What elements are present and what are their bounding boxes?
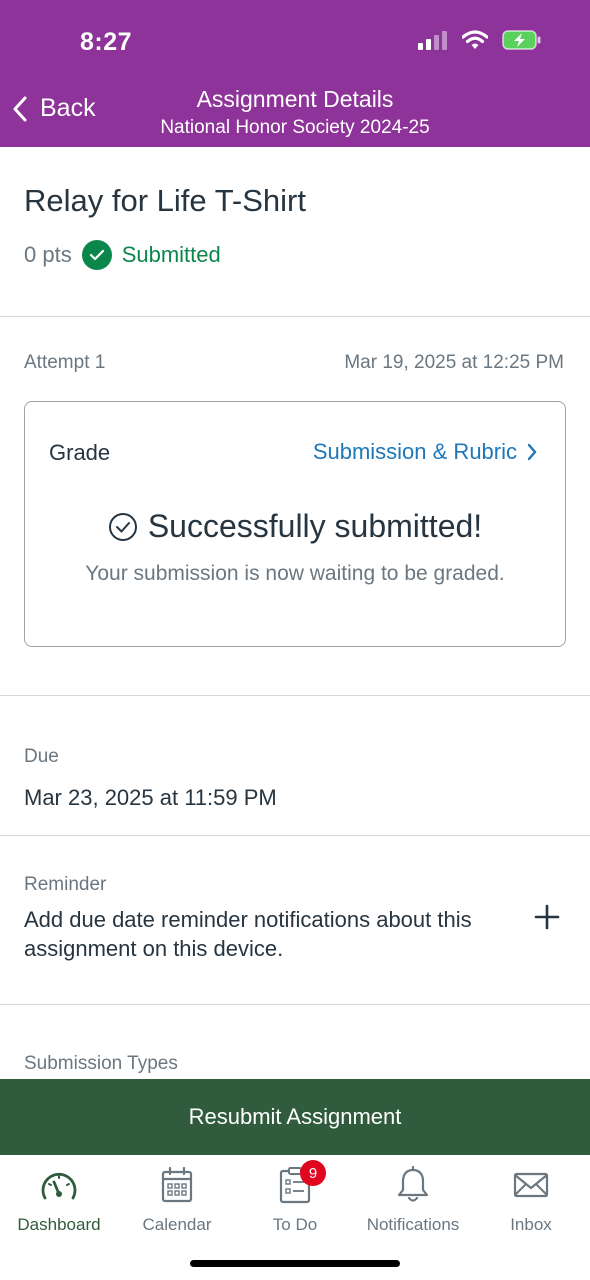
divider: [0, 695, 590, 696]
attempt-label: Attempt 1: [24, 352, 106, 373]
status-time: 8:27: [80, 28, 133, 56]
reminder-label: Reminder: [24, 874, 107, 895]
submission-types-label: Submission Types: [24, 1053, 178, 1074]
home-indicator[interactable]: [190, 1260, 400, 1267]
submission-rubric-link[interactable]: Submission & Rubric: [313, 439, 537, 465]
course-subtitle: National Honor Society 2024-25: [160, 117, 430, 138]
tab-notifications[interactable]: Notifications: [354, 1165, 472, 1235]
submission-rubric-label: Submission & Rubric: [312, 439, 517, 464]
success-heading: Successfully submitted!: [25, 508, 565, 545]
tab-dashboard[interactable]: Dashboard: [0, 1165, 118, 1235]
mail-icon: [513, 1172, 549, 1198]
divider: [0, 316, 590, 317]
status-badge: Submitted: [81, 240, 221, 270]
check-circle-outline-icon: [108, 512, 137, 541]
tab-calendar[interactable]: Calendar: [118, 1165, 236, 1235]
tab-label: Dashboard: [17, 1215, 101, 1234]
battery-icon: [502, 30, 541, 50]
grade-card: Grade Submission & Rubric Successfully s…: [24, 401, 566, 647]
tab-label: Calendar: [142, 1215, 212, 1234]
tab-todo[interactable]: 9 To Do: [236, 1160, 354, 1235]
wifi-icon: [462, 30, 488, 49]
tab-label: To Do: [272, 1215, 318, 1234]
tab-inbox[interactable]: Inbox: [472, 1165, 590, 1235]
success-subtitle: Your submission is now waiting to be gra…: [85, 562, 505, 585]
success-title: Successfully submitted!: [147, 508, 483, 544]
plus-icon: [534, 904, 560, 930]
bell-icon: [397, 1166, 429, 1202]
assignment-title: Relay for Life T-Shirt: [24, 183, 306, 218]
divider: [0, 835, 590, 836]
resubmit-button[interactable]: Resubmit Assignment: [0, 1079, 590, 1155]
due-date: Mar 23, 2025 at 11:59 PM: [24, 785, 277, 810]
grade-label: Grade: [49, 440, 111, 465]
check-circle-icon: [81, 240, 112, 270]
status-text: Submitted: [121, 242, 221, 267]
signal-icon: [418, 31, 447, 50]
dashboard-icon: [41, 1172, 77, 1200]
divider: [0, 1004, 590, 1005]
points-value: 0 pts: [24, 242, 72, 267]
page-title: Assignment Details: [196, 86, 394, 112]
add-reminder-button[interactable]: [532, 900, 562, 934]
nav-header: 8:27 Back Assignment Details National Ho…: [0, 0, 590, 147]
points-status-row: 0 pts Submitted: [24, 240, 221, 270]
calendar-icon: [161, 1166, 193, 1203]
status-icons: [418, 30, 542, 50]
chevron-right-icon: [527, 443, 537, 461]
due-label: Due: [24, 746, 59, 767]
tab-label: Notifications: [366, 1215, 460, 1234]
todo-count-badge: 9: [300, 1160, 326, 1186]
reminder-text: Add due date reminder notifications abou…: [24, 907, 472, 961]
tab-label: Inbox: [510, 1215, 552, 1234]
attempt-date: Mar 19, 2025 at 12:25 PM: [344, 352, 564, 373]
